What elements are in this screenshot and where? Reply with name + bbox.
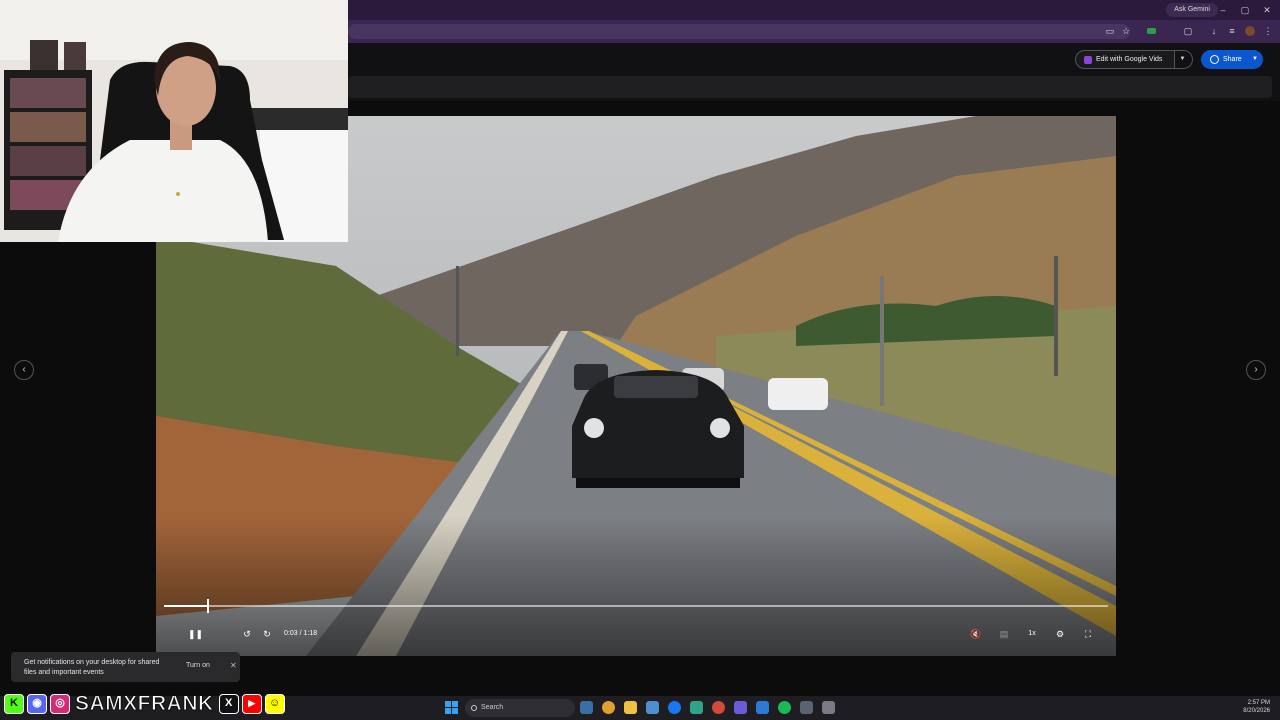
rewind-10-button[interactable]: ↺ bbox=[240, 626, 254, 642]
close-window-button[interactable]: ✕ bbox=[1260, 3, 1274, 17]
taskbar-search-label: Search bbox=[481, 704, 504, 711]
social-banner: K ◉ ◎ SAMXFRANK X ▶ ☺ bbox=[4, 692, 285, 716]
file-explorer-icon[interactable] bbox=[624, 701, 637, 714]
spotify-icon[interactable] bbox=[778, 701, 791, 714]
webcam-feed bbox=[0, 0, 348, 242]
mute-button[interactable]: 🔇 bbox=[968, 626, 984, 642]
profile-avatar[interactable] bbox=[1245, 26, 1255, 36]
settings-gear-button[interactable]: ⚙ bbox=[1052, 626, 1068, 642]
store-icon[interactable] bbox=[646, 701, 659, 714]
chrome-icon[interactable] bbox=[602, 701, 615, 714]
cast-icon[interactable]: ▭ bbox=[1104, 25, 1116, 37]
playback-speed-button[interactable]: 1x bbox=[1024, 626, 1040, 642]
globe-icon bbox=[1210, 55, 1219, 64]
fullscreen-button[interactable]: ⛶ bbox=[1080, 626, 1096, 642]
ask-gemini-button[interactable]: Ask Gemini bbox=[1166, 3, 1218, 17]
video-progress-handle[interactable] bbox=[207, 599, 210, 613]
next-file-button[interactable]: › bbox=[1246, 360, 1266, 380]
app-icon-2[interactable] bbox=[756, 701, 769, 714]
streamer-handle: SAMXFRANK bbox=[75, 692, 214, 716]
share-label: Share bbox=[1223, 56, 1242, 63]
close-icon[interactable]: ✕ bbox=[230, 661, 237, 670]
clock-time: 2:57 PM bbox=[1247, 700, 1270, 706]
settings-icon[interactable] bbox=[800, 701, 813, 714]
taskbar-search[interactable]: Search bbox=[465, 699, 575, 717]
more-menu-icon[interactable]: ⋮ bbox=[1262, 25, 1274, 37]
address-bar[interactable] bbox=[348, 24, 1130, 39]
system-clock[interactable]: 2:57 PM 8/20/2026 bbox=[1243, 699, 1270, 715]
chrome-profile-icon[interactable] bbox=[712, 701, 725, 714]
clock-date: 8/20/2026 bbox=[1243, 708, 1270, 714]
previous-file-button[interactable]: ‹ bbox=[14, 360, 34, 380]
bookmark-star-icon[interactable]: ☆ bbox=[1120, 25, 1132, 37]
vids-icon bbox=[1084, 55, 1092, 64]
minimize-button[interactable]: – bbox=[1216, 3, 1230, 17]
app-icon-3[interactable] bbox=[822, 701, 835, 714]
discord-taskbar-icon[interactable] bbox=[734, 701, 747, 714]
discord-icon: ◉ bbox=[27, 694, 47, 714]
playback-time: 0:03 / 1:18 bbox=[284, 630, 318, 637]
file-title-bar bbox=[348, 76, 1272, 98]
extensions-puzzle-icon[interactable]: ▢ bbox=[1182, 25, 1194, 37]
vids-dropdown-button[interactable]: ▼ bbox=[1173, 50, 1193, 69]
video-progress-fill bbox=[164, 605, 209, 607]
chevron-down-icon[interactable]: ▼ bbox=[1252, 50, 1258, 69]
snapchat-icon: ☺ bbox=[264, 694, 285, 714]
youtube-icon: ▶ bbox=[241, 694, 262, 714]
video-progress-bar[interactable] bbox=[164, 599, 1108, 613]
share-button[interactable]: Share ▼ bbox=[1201, 50, 1263, 69]
instagram-icon: ◎ bbox=[50, 694, 70, 714]
maximize-button[interactable]: ▢ bbox=[1238, 3, 1252, 17]
pause-button[interactable]: ❚❚ bbox=[188, 626, 203, 642]
extension-icon[interactable] bbox=[1147, 28, 1156, 34]
search-icon bbox=[471, 705, 477, 711]
app-icon[interactable] bbox=[690, 701, 703, 714]
tab-search-icon[interactable]: ≡ bbox=[1226, 25, 1238, 37]
edge-icon[interactable] bbox=[580, 701, 593, 714]
download-icon[interactable]: ↓ bbox=[1208, 25, 1220, 37]
webcam-overlay bbox=[0, 0, 348, 242]
kick-icon: K bbox=[4, 694, 24, 714]
x-icon: X bbox=[218, 694, 239, 714]
captions-button[interactable]: ▤ bbox=[996, 626, 1012, 642]
forward-10-button[interactable]: ↻ bbox=[260, 626, 274, 642]
facebook-icon[interactable] bbox=[668, 701, 681, 714]
start-button[interactable] bbox=[445, 701, 458, 714]
turn-on-notifications-button[interactable]: Turn on bbox=[186, 662, 210, 669]
edit-with-vids-button[interactable]: Edit with Google Vids bbox=[1075, 50, 1176, 69]
notification-message: Get notifications on your desktop for sh… bbox=[24, 659, 160, 676]
desktop-notification-toast: Get notifications on your desktop for sh… bbox=[11, 652, 240, 682]
edit-with-vids-label: Edit with Google Vids bbox=[1096, 56, 1163, 63]
